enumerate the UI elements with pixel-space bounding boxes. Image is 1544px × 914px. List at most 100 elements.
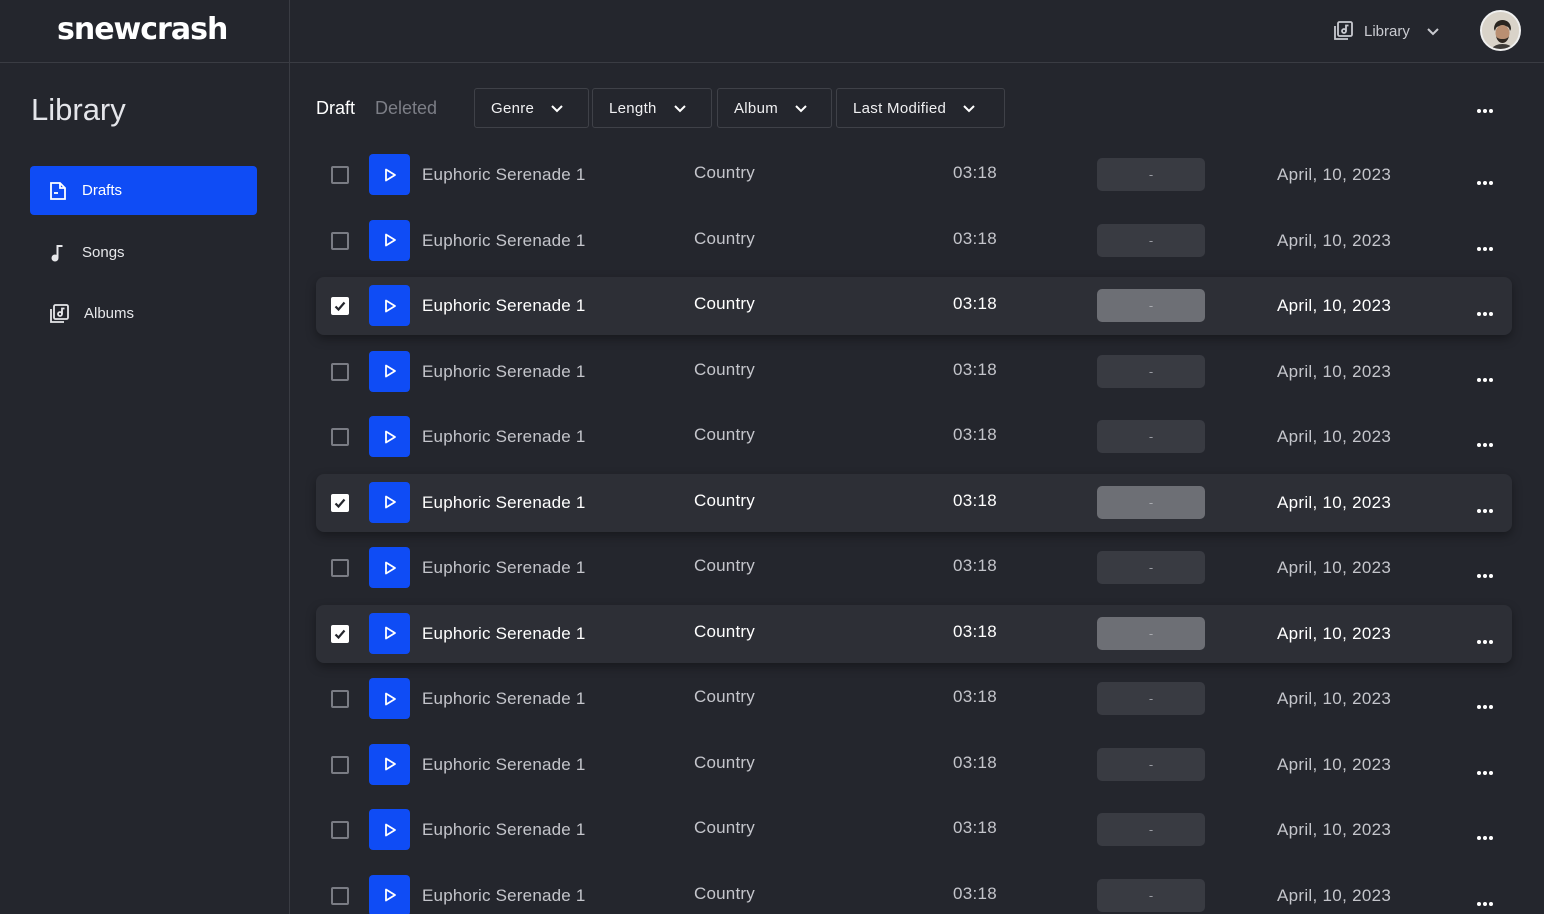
genre-filter-dropdown[interactable]: Genre [474, 88, 589, 128]
album-badge[interactable]: - [1097, 485, 1205, 519]
row-checkbox[interactable] [331, 690, 349, 708]
row-checkbox[interactable] [331, 166, 349, 184]
play-button[interactable] [369, 678, 410, 719]
song-date: April, 10, 2023 [1277, 558, 1392, 577]
more-options-icon[interactable] [1476, 370, 1494, 388]
more-options-icon[interactable] [1476, 828, 1494, 846]
more-options-icon[interactable] [1476, 697, 1494, 715]
row-checkbox[interactable] [331, 755, 349, 774]
song-genre: Country [694, 163, 755, 182]
song-row[interactable]: Euphoric Serenade 1 Country 03:18 - Apri… [316, 473, 1512, 532]
album-badge[interactable]: - [1097, 551, 1205, 584]
library-switcher[interactable]: Library [1332, 17, 1440, 45]
song-length: 03:18 [953, 621, 998, 641]
music-note-icon [48, 243, 68, 263]
album-badge[interactable]: - [1097, 878, 1205, 912]
song-row[interactable]: Euphoric Serenade 1 Country 03:18 - Apri… [316, 867, 1512, 914]
more-options-icon[interactable] [1476, 435, 1494, 453]
play-icon [383, 495, 397, 509]
play-button[interactable] [369, 809, 410, 850]
play-icon [383, 561, 397, 575]
song-row[interactable]: Euphoric Serenade 1 Country 03:18 - Apri… [316, 408, 1512, 466]
play-icon [383, 430, 397, 444]
more-options-icon[interactable] [1476, 894, 1494, 912]
row-checkbox[interactable] [331, 428, 349, 446]
play-button[interactable] [369, 743, 410, 785]
sidebar-item-songs[interactable]: Songs [30, 228, 257, 277]
song-date: April, 10, 2023 [1277, 754, 1392, 774]
song-row[interactable]: Euphoric Serenade 1 Country 03:18 - Apri… [316, 146, 1512, 204]
more-options-icon[interactable] [1476, 239, 1494, 257]
song-date: April, 10, 2023 [1277, 165, 1392, 184]
more-options-icon[interactable] [1476, 632, 1494, 650]
song-row[interactable]: Euphoric Serenade 1 Country 03:18 - Apri… [316, 801, 1512, 859]
play-button[interactable] [369, 285, 410, 326]
more-options-icon[interactable] [1476, 173, 1494, 191]
play-button[interactable] [369, 874, 410, 914]
sidebar-title: Library [31, 92, 126, 127]
play-icon [383, 626, 397, 640]
play-button[interactable] [369, 481, 410, 523]
song-title: Euphoric Serenade 1 [422, 623, 586, 643]
play-button[interactable] [369, 219, 410, 261]
sidebar: Library Drafts Songs Albums [0, 63, 290, 914]
album-badge[interactable]: - [1097, 813, 1205, 846]
play-button[interactable] [369, 154, 410, 195]
song-title: Euphoric Serenade 1 [422, 165, 586, 184]
row-checkbox[interactable] [331, 624, 349, 643]
song-date: April, 10, 2023 [1277, 427, 1392, 446]
song-length: 03:18 [953, 818, 998, 837]
song-date: April, 10, 2023 [1277, 492, 1392, 512]
album-filter-dropdown[interactable]: Album [717, 88, 832, 128]
play-button[interactable] [369, 350, 410, 392]
length-filter-dropdown[interactable]: Length [592, 88, 712, 128]
row-checkbox[interactable] [331, 362, 349, 381]
more-options-icon[interactable] [1476, 501, 1494, 519]
album-badge[interactable]: - [1097, 616, 1205, 650]
more-options-icon[interactable] [1476, 566, 1494, 584]
more-options-icon[interactable] [1476, 304, 1494, 322]
album-badge[interactable]: - [1097, 354, 1205, 388]
song-row[interactable]: Euphoric Serenade 1 Country 03:18 - Apri… [316, 539, 1512, 597]
row-checkbox[interactable] [331, 297, 349, 315]
album-badge[interactable]: - [1097, 289, 1205, 322]
song-row[interactable]: Euphoric Serenade 1 Country 03:18 - Apri… [316, 212, 1512, 270]
album-badge[interactable]: - [1097, 158, 1205, 191]
play-button[interactable] [369, 547, 410, 588]
song-row[interactable]: Euphoric Serenade 1 Country 03:18 - Apri… [316, 604, 1512, 663]
row-checkbox[interactable] [331, 886, 349, 905]
sidebar-item-drafts[interactable]: Drafts [30, 166, 257, 215]
last-modified-filter-dropdown[interactable]: Last Modified [836, 88, 1005, 128]
play-icon [383, 168, 397, 182]
chevron-down-icon [550, 101, 564, 115]
avatar[interactable] [1480, 10, 1521, 51]
song-length: 03:18 [953, 752, 998, 772]
play-icon [383, 823, 397, 837]
tab-deleted[interactable]: Deleted [375, 98, 437, 119]
song-row[interactable]: Euphoric Serenade 1 Country 03:18 - Apri… [316, 670, 1512, 728]
play-button[interactable] [369, 416, 410, 457]
app-logo[interactable]: snewcrash [57, 12, 228, 47]
sidebar-item-albums[interactable]: Albums [30, 289, 257, 338]
song-length: 03:18 [953, 359, 998, 379]
play-button[interactable] [369, 612, 410, 654]
more-options-icon[interactable] [1476, 101, 1494, 119]
filter-label: Length [609, 99, 657, 117]
album-badge[interactable]: - [1097, 223, 1205, 257]
more-options-icon[interactable] [1476, 763, 1494, 781]
tab-draft[interactable]: Draft [316, 98, 355, 119]
logo-area: snewcrash [0, 0, 290, 63]
album-badge[interactable]: - [1097, 420, 1205, 453]
row-checkbox[interactable] [331, 231, 349, 250]
song-row[interactable]: Euphoric Serenade 1 Country 03:18 - Apri… [316, 343, 1512, 401]
song-genre: Country [694, 490, 755, 510]
album-badge[interactable]: - [1097, 747, 1205, 781]
play-icon [383, 692, 397, 706]
album-badge[interactable]: - [1097, 682, 1205, 715]
row-checkbox[interactable] [331, 559, 349, 577]
song-genre: Country [694, 359, 755, 379]
row-checkbox[interactable] [331, 493, 349, 512]
song-row[interactable]: Euphoric Serenade 1 Country 03:18 - Apri… [316, 736, 1512, 794]
song-row[interactable]: Euphoric Serenade 1 Country 03:18 - Apri… [316, 277, 1512, 335]
row-checkbox[interactable] [331, 821, 349, 839]
